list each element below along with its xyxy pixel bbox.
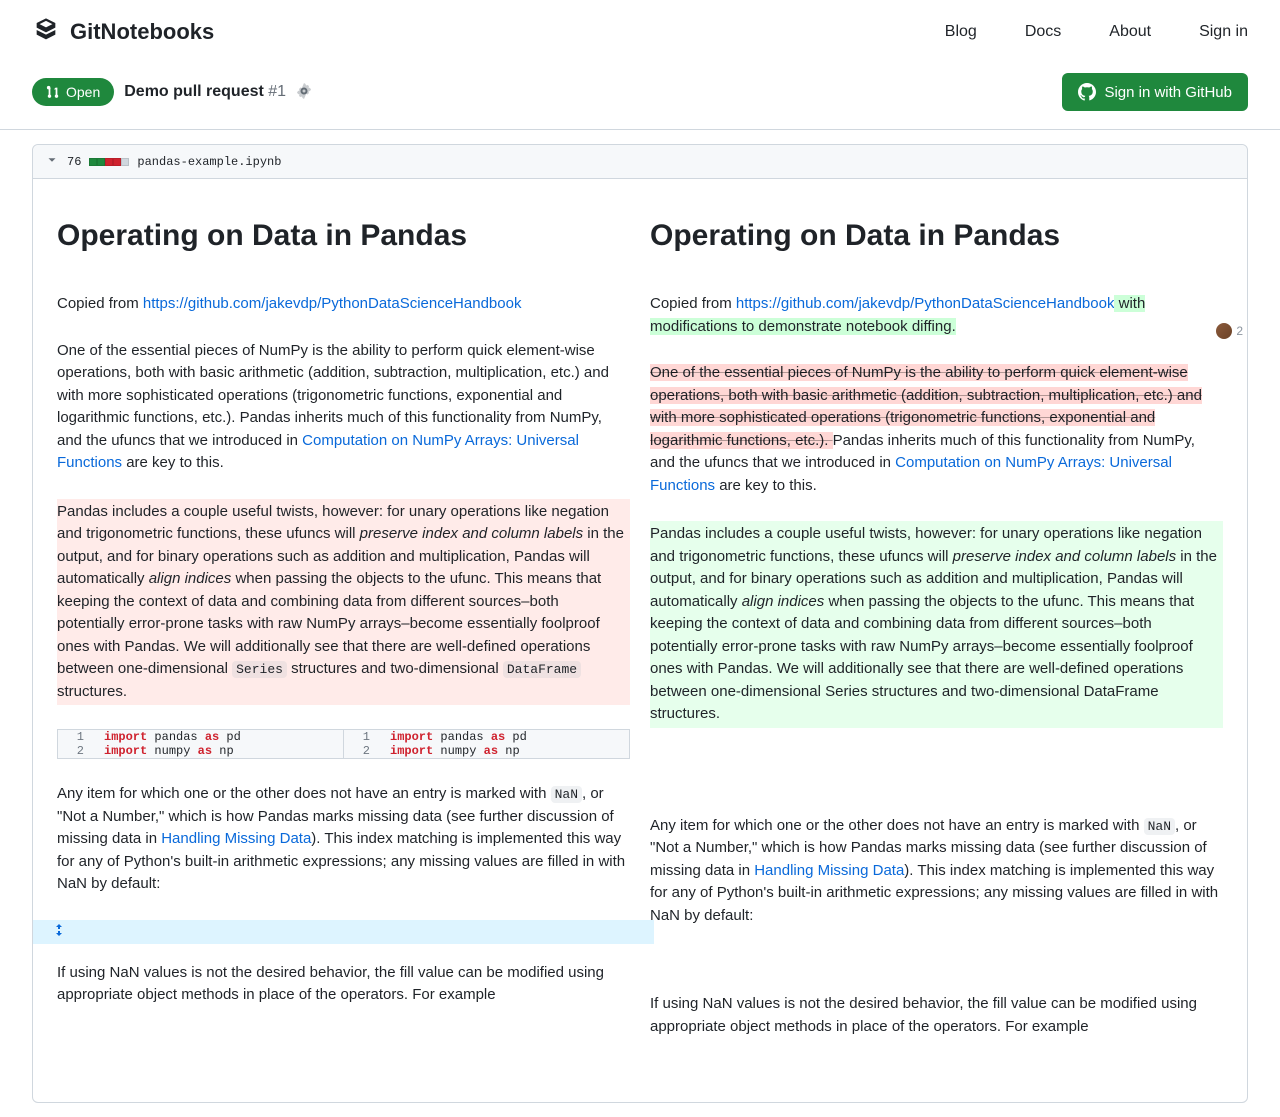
- missing-data-link[interactable]: Handling Missing Data: [161, 830, 311, 847]
- para-nan: Any item for which one or the other does…: [57, 783, 630, 896]
- gear-icon[interactable]: [296, 83, 312, 102]
- signin-github-button[interactable]: Sign in with GitHub: [1062, 73, 1248, 111]
- logo-icon: [32, 16, 60, 47]
- file-header[interactable]: 76 pandas-example.ipynb: [33, 145, 1247, 179]
- page-title: Operating on Data in Pandas: [650, 219, 1223, 253]
- para-nan: Any item for which one or the other does…: [650, 815, 1223, 928]
- handbook-link[interactable]: https://github.com/jakevdp/PythonDataSci…: [736, 295, 1115, 312]
- avatar: [1216, 323, 1232, 339]
- missing-data-link[interactable]: Handling Missing Data: [754, 862, 904, 879]
- handbook-link[interactable]: https://github.com/jakevdp/PythonDataSci…: [143, 295, 522, 312]
- para-twists-added: Pandas includes a couple useful twists, …: [650, 521, 1223, 728]
- nav-signin[interactable]: Sign in: [1199, 23, 1248, 41]
- main-nav: Blog Docs About Sign in: [945, 23, 1248, 41]
- para-copied: Copied from https://github.com/jakevdp/P…: [650, 293, 1223, 338]
- diff-squares: [89, 158, 129, 166]
- para-fill: If using NaN values is not the desired b…: [57, 962, 630, 1007]
- nav-about[interactable]: About: [1109, 23, 1151, 41]
- brand[interactable]: GitNotebooks: [32, 16, 214, 47]
- page-title: Operating on Data in Pandas: [57, 219, 630, 253]
- diff-count: 76: [67, 155, 81, 169]
- para-intro: One of the essential pieces of NumPy is …: [650, 362, 1223, 497]
- para-copied: Copied from https://github.com/jakevdp/P…: [57, 293, 630, 316]
- comment-indicator[interactable]: 2: [1216, 323, 1243, 339]
- para-fill: If using NaN values is not the desired b…: [650, 993, 1223, 1038]
- pr-title: Demo pull request #1: [124, 83, 286, 101]
- diff-left: Operating on Data in Pandas Copied from …: [57, 219, 630, 1062]
- expand-row[interactable]: [33, 920, 654, 944]
- open-badge: Open: [32, 78, 114, 106]
- brand-name: GitNotebooks: [70, 19, 214, 45]
- diff-right: Operating on Data in Pandas Copied from …: [650, 219, 1223, 1062]
- github-icon: [1078, 83, 1096, 101]
- expand-icon: [51, 922, 67, 941]
- para-intro: One of the essential pieces of NumPy is …: [57, 340, 630, 475]
- chevron-down-icon[interactable]: [45, 153, 59, 170]
- file-name[interactable]: pandas-example.ipynb: [137, 155, 281, 169]
- code-block: 1import pandas as pd 2import numpy as np…: [57, 729, 630, 759]
- nav-blog[interactable]: Blog: [945, 23, 977, 41]
- nav-docs[interactable]: Docs: [1025, 23, 1061, 41]
- pull-request-icon: [46, 85, 60, 99]
- para-twists-removed: Pandas includes a couple useful twists, …: [57, 499, 630, 706]
